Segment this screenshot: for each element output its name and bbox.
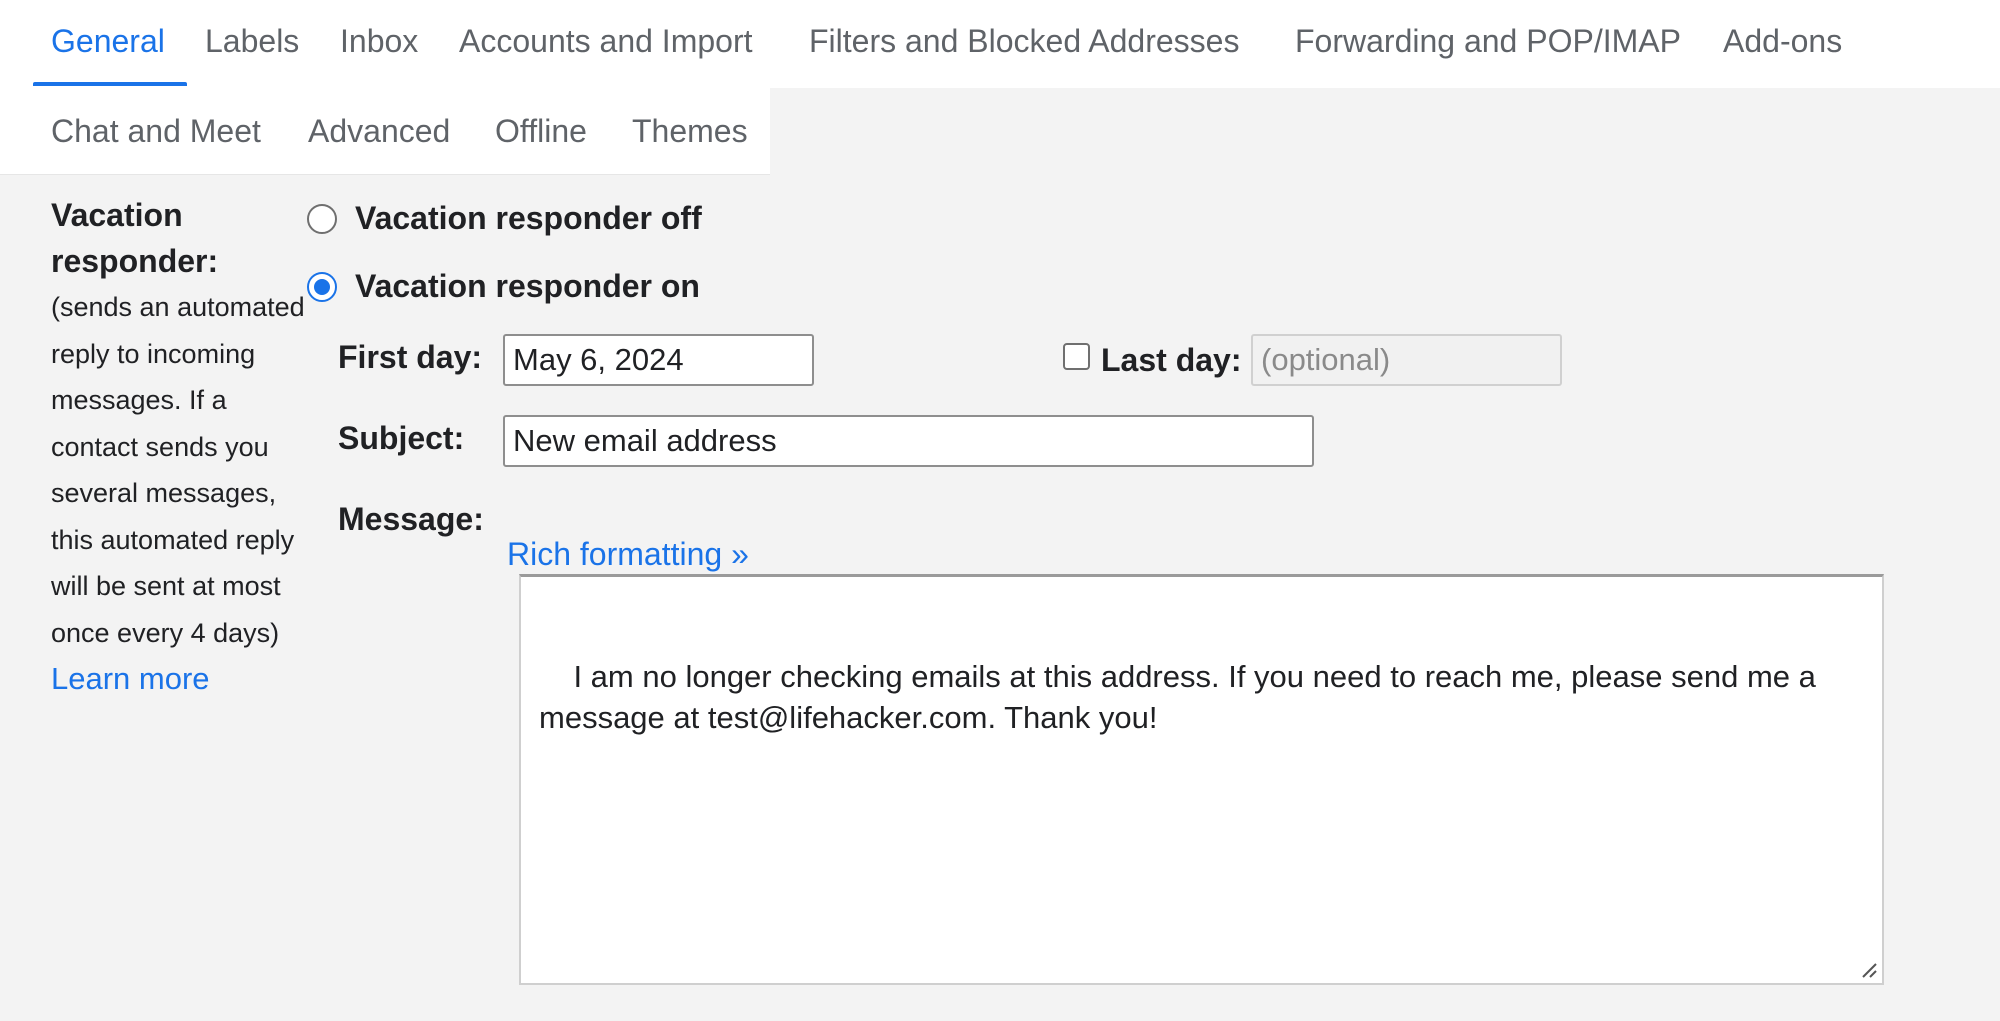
vacation-off-label: Vacation responder off <box>355 200 702 236</box>
tab-accounts-and-import[interactable]: Accounts and Import <box>459 21 752 61</box>
tab-add-ons[interactable]: Add-ons <box>1723 21 1842 61</box>
vacation-responder-title: Vacation responder: <box>51 197 219 279</box>
vacation-responder-help-text: (sends an automated reply to incoming me… <box>51 292 305 648</box>
tab-forwarding-and-pop-imap[interactable]: Forwarding and POP/IMAP <box>1295 21 1681 61</box>
subject-label: Subject: <box>338 420 465 456</box>
vacation-off-radio[interactable] <box>307 203 337 234</box>
learn-more-link[interactable]: Learn more <box>51 656 306 702</box>
vacation-on-option[interactable]: Vacation responder on <box>307 268 700 305</box>
vacation-off-option[interactable]: Vacation responder off <box>307 200 702 237</box>
last-day-label: Last day: <box>1101 342 1242 378</box>
first-day-label: First day: <box>338 339 483 375</box>
tab-labels[interactable]: Labels <box>205 21 299 61</box>
tab-bar-gap <box>770 88 2000 175</box>
vacation-on-radio[interactable] <box>307 271 337 302</box>
tab-offline[interactable]: Offline <box>495 111 587 151</box>
first-day-input[interactable] <box>503 334 814 386</box>
tab-inbox[interactable]: Inbox <box>340 21 418 61</box>
last-day-checkbox[interactable] <box>1063 343 1090 370</box>
subject-input[interactable] <box>503 415 1314 467</box>
vacation-responder-description: Vacation responder: (sends an automated … <box>51 192 306 702</box>
last-day-input[interactable] <box>1251 334 1562 386</box>
message-label: Message: <box>338 501 484 537</box>
message-textarea[interactable]: I am no longer checking emails at this a… <box>519 574 1884 985</box>
tab-chat-and-meet[interactable]: Chat and Meet <box>51 111 261 151</box>
tab-advanced[interactable]: Advanced <box>308 111 450 151</box>
resize-handle-icon[interactable] <box>1860 961 1878 979</box>
tab-themes[interactable]: Themes <box>632 111 748 151</box>
settings-page: General Labels Inbox Accounts and Import… <box>0 0 2000 1021</box>
tab-filters-and-blocked-addresses[interactable]: Filters and Blocked Addresses <box>809 21 1239 61</box>
rich-formatting-link[interactable]: Rich formatting » <box>507 534 749 574</box>
tab-general[interactable]: General <box>51 21 165 61</box>
active-tab-indicator <box>33 82 187 86</box>
vacation-on-label: Vacation responder on <box>355 268 700 304</box>
message-text: I am no longer checking emails at this a… <box>539 659 1825 735</box>
